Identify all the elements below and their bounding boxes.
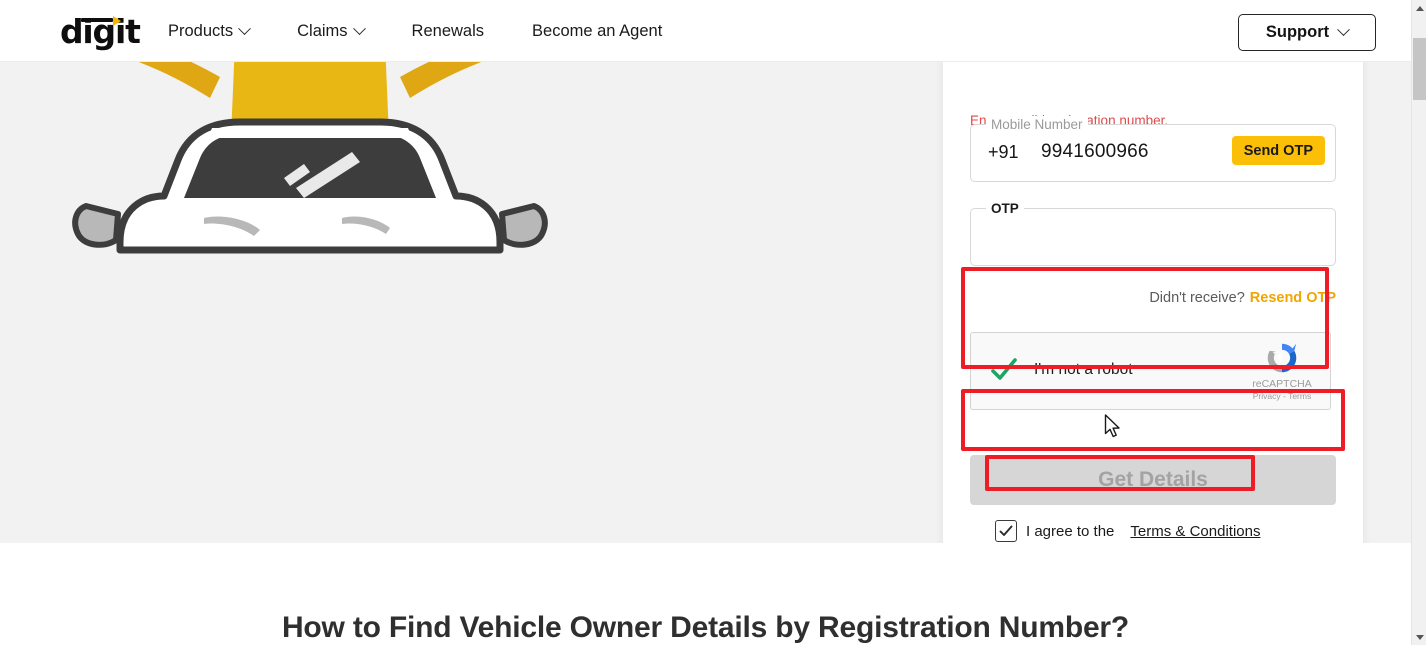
chevron-down-icon (1337, 23, 1350, 37)
recaptcha-privacy-link[interactable]: Privacy (1253, 391, 1281, 401)
main-navigation: Products Claims Renewals Become an Agent (168, 0, 686, 62)
recaptcha-widget[interactable]: I'm not a robot reCAPTCHA Privacy - Term… (970, 332, 1331, 410)
nav-label: Claims (297, 21, 348, 40)
nav-label: Renewals (411, 21, 485, 40)
hero-illustration (72, 62, 548, 254)
nav-item-become-an-agent[interactable]: Become an Agent (508, 0, 686, 62)
browser-scrollbar[interactable] (1411, 0, 1426, 645)
section-heading: How to Find Vehicle Owner Details by Reg… (281, 611, 1130, 644)
terms-text: I agree to the (1026, 522, 1115, 540)
check-icon (999, 525, 1013, 536)
recaptcha-legal-separator: - (1283, 391, 1286, 401)
recaptcha-legal-links: Privacy - Terms (1244, 391, 1320, 402)
logo-triangle-icon (113, 16, 121, 26)
mouse-cursor (1104, 414, 1120, 438)
site-header: digit Products Claims Renewals Become an… (0, 0, 1411, 62)
otp-label: OTP (986, 200, 1024, 217)
mobile-number-field[interactable]: Mobile Number +91 9941600966 Send OTP (970, 116, 1336, 182)
send-otp-button[interactable]: Send OTP (1231, 136, 1325, 165)
resend-otp-row: Didn't receive? Resend OTP (1149, 290, 1336, 306)
recaptcha-label: I'm not a robot (1034, 361, 1133, 378)
scrollbar-up-button[interactable] (1412, 0, 1426, 16)
browser-page: digit Products Claims Renewals Become an… (0, 0, 1426, 645)
green-check-icon (991, 358, 1017, 380)
recaptcha-terms-link[interactable]: Terms (1288, 391, 1311, 401)
terms-and-conditions-link[interactable]: Terms & Conditions (1130, 523, 1260, 540)
terms-checkbox[interactable] (995, 520, 1017, 542)
scrollbar-thumb[interactable] (1413, 38, 1426, 100)
support-button-label: Support (1265, 23, 1330, 41)
triangle-up-icon (1415, 5, 1424, 11)
page-viewport: digit Products Claims Renewals Become an… (0, 0, 1411, 645)
nav-item-claims[interactable]: Claims (273, 0, 387, 62)
registration-form-card: Enter a valid registration number. Mobil… (943, 62, 1363, 543)
triangle-down-icon (1415, 634, 1424, 640)
recaptcha-logo-icon (1267, 343, 1297, 373)
recaptcha-brand-name: reCAPTCHA (1252, 378, 1312, 390)
digit-logo[interactable]: digit (60, 12, 156, 52)
nav-label: Products (168, 21, 234, 40)
logo-bar-accent (81, 18, 113, 22)
nav-item-products[interactable]: Products (168, 0, 273, 62)
country-code: +91 (988, 142, 1019, 162)
get-details-button[interactable]: Get Details (970, 455, 1336, 505)
hero-section: Enter a valid registration number. Mobil… (0, 62, 1411, 543)
mobile-number-value: 9941600966 (1041, 141, 1149, 162)
nav-label: Become an Agent (532, 21, 663, 40)
mobile-number-label: Mobile Number (986, 116, 1088, 133)
resend-otp-link[interactable]: Resend OTP (1250, 290, 1336, 306)
scrollbar-down-button[interactable] (1412, 629, 1426, 645)
chevron-down-icon (238, 21, 251, 35)
lower-content-section: How to Find Vehicle Owner Details by Reg… (0, 543, 1411, 645)
terms-agreement-row: I agree to the Terms & Conditions (995, 520, 1260, 542)
support-button[interactable]: Support (1238, 14, 1376, 51)
otp-field[interactable]: OTP (970, 200, 1336, 266)
chevron-down-icon (352, 21, 366, 35)
recaptcha-branding: reCAPTCHA Privacy - Terms (1244, 339, 1320, 402)
didnt-receive-text: Didn't receive? (1149, 290, 1245, 306)
nav-item-renewals[interactable]: Renewals (388, 0, 508, 62)
